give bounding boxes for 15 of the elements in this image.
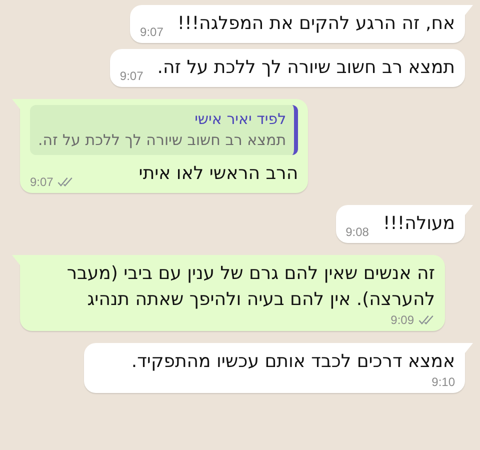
message-text: אמצא דרכים לכבד אותם עכשיו מהתפקיד. (131, 350, 455, 374)
message-time: 9:08 (346, 225, 369, 239)
message-text: זה אנשים שאין להם גרם של ענין עם ביבי (מעבר להערצה). אין להם בעיה ולהיפך שאתה תנהיג (66, 262, 435, 312)
message-text: אח, זה הרגע להקים את המפלגה!!! (177, 12, 455, 36)
message-text: תמצא רב חשוב שיורה לך ללכת על זה. (157, 56, 455, 80)
message-time: 9:10 (432, 375, 455, 389)
message-time: 9:07 (120, 69, 144, 83)
quoted-message[interactable]: לפיד יאיר אישי תמצא רב חשוב שיורה לך ללכת על זה. (30, 105, 298, 155)
message-time: 9:09 (390, 313, 414, 327)
quote-text: תמצא רב חשוב שיורה לך ללכת על זה. (38, 130, 286, 151)
quote-author: לפיד יאיר אישי (194, 109, 286, 130)
message-time: 9:07 (30, 175, 54, 189)
message-text: הרב הראשי לאו איתי (138, 162, 298, 186)
message-text: מעולה!!! (382, 212, 455, 236)
message-time: 9:07 (140, 25, 164, 39)
